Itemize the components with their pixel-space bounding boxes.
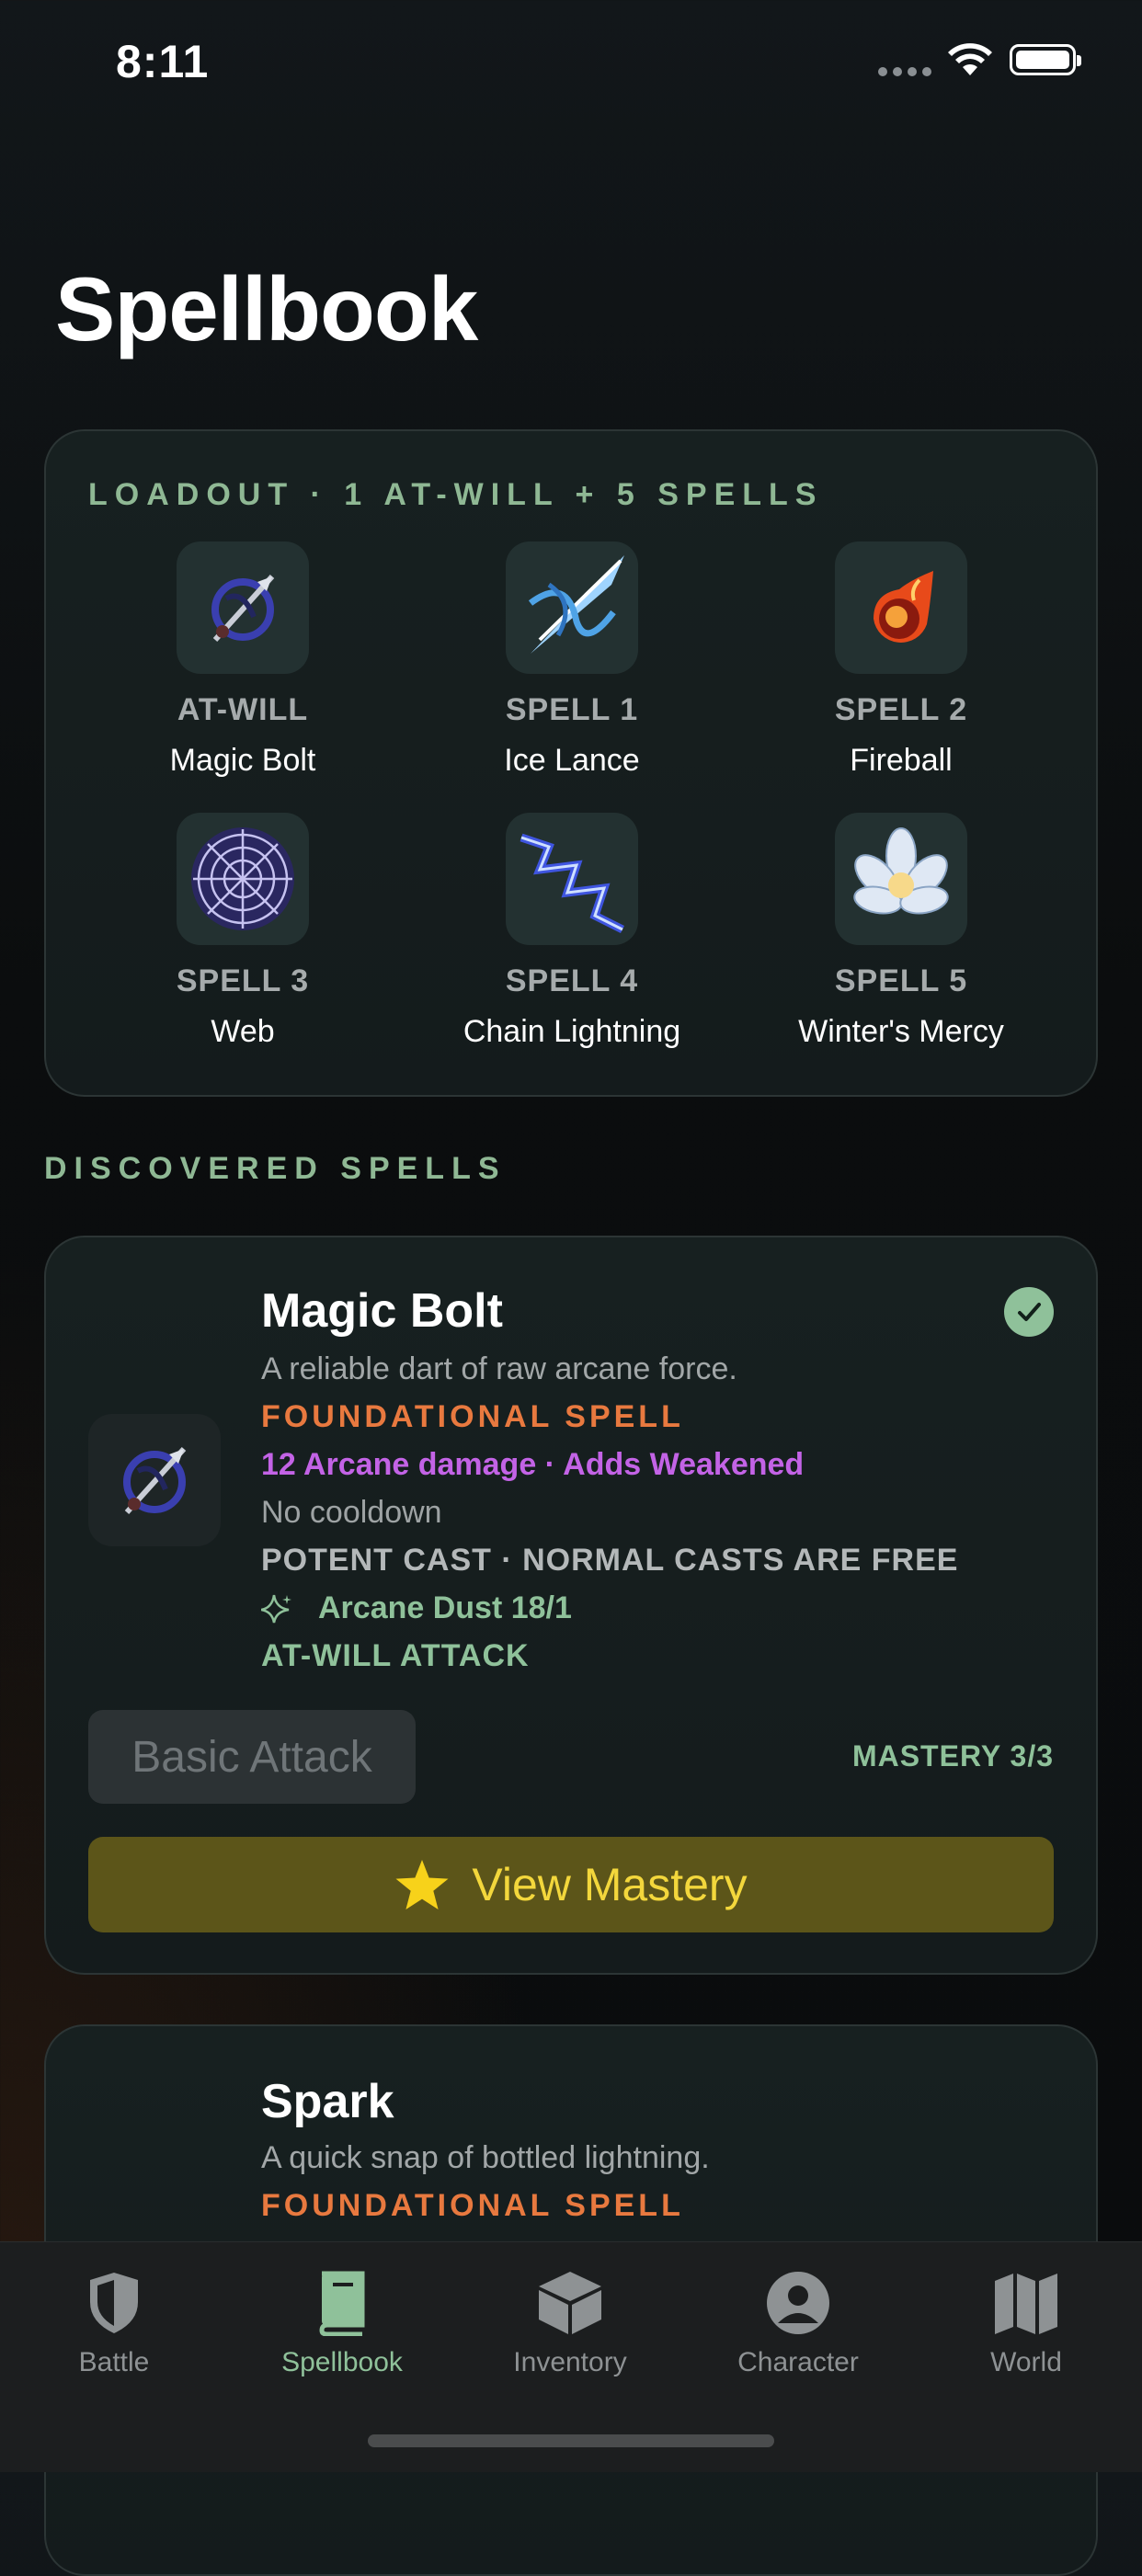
fireball-icon: [835, 541, 967, 674]
spell-effect: 12 Arcane damage · Adds Weakened: [261, 1447, 805, 1482]
loadout-slot-spell-5[interactable]: SPELL 5 Winter's Mercy: [745, 813, 1057, 1050]
slot-spell-name: Fireball: [850, 743, 953, 778]
sparkle-icon: [261, 1594, 291, 1623]
web-icon: [177, 813, 309, 945]
ice-lance-icon: [506, 541, 638, 674]
slot-spell-name: Chain Lightning: [463, 1014, 681, 1049]
spell-type: AT-WILL ATTACK: [261, 1638, 530, 1673]
slot-label: AT-WILL: [177, 692, 309, 727]
tab-battle[interactable]: Battle: [0, 2261, 228, 2378]
battery-icon: [1010, 44, 1081, 75]
loadout-slot-spell-4[interactable]: SPELL 4 Chain Lightning: [416, 813, 728, 1050]
winters-mercy-icon: [835, 813, 967, 945]
spell-description: A reliable dart of raw arcane force.: [261, 1351, 737, 1386]
slot-label: SPELL 4: [505, 963, 639, 998]
slot-spell-name: Ice Lance: [504, 743, 640, 778]
tab-character[interactable]: Character: [684, 2261, 912, 2378]
basic-attack-button[interactable]: Basic Attack: [88, 1710, 416, 1804]
magic-bolt-icon: [88, 1414, 221, 1546]
slot-label: SPELL 2: [834, 692, 968, 727]
spell-cost: Arcane Dust 18/1: [261, 1590, 572, 1626]
tab-label: Spellbook: [281, 2347, 403, 2377]
loadout-slot-spell-3[interactable]: SPELL 3 Web: [86, 813, 399, 1050]
spell-card-magic-bolt[interactable]: Magic Bolt A reliable dart of raw arcane…: [44, 1236, 1098, 1975]
chain-lightning-icon: [506, 813, 638, 945]
loadout-slot-spell-2[interactable]: SPELL 2 Fireball: [745, 541, 1057, 779]
page-title: Spellbook: [55, 258, 478, 359]
status-time: 8:11: [116, 36, 210, 87]
star-icon: [395, 1860, 449, 1909]
home-indicator[interactable]: [368, 2434, 774, 2447]
tab-label: World: [990, 2347, 1062, 2377]
tab-label: Character: [737, 2347, 859, 2377]
tab-spellbook[interactable]: Spellbook: [228, 2261, 456, 2378]
spell-cooldown: No cooldown: [261, 1495, 442, 1530]
loadout-slot-at-will[interactable]: AT-WILL Magic Bolt: [86, 541, 399, 779]
shield-icon: [90, 2273, 138, 2333]
spell-potent-cast: POTENT CAST · NORMAL CASTS ARE FREE: [261, 1543, 959, 1578]
tab-world[interactable]: World: [912, 2261, 1140, 2378]
book-icon: [319, 2271, 365, 2336]
spell-description: A quick snap of bottled lightning.: [261, 2140, 710, 2175]
discovered-spells-header: DISCOVERED SPELLS: [44, 1151, 507, 1186]
view-mastery-button[interactable]: View Mastery: [88, 1837, 1054, 1932]
slot-spell-name: Web: [211, 1014, 275, 1049]
slot-label: SPELL 5: [834, 963, 968, 998]
loadout-slot-spell-1[interactable]: SPELL 1 Ice Lance: [416, 541, 728, 779]
equipped-checkmark-icon: [1004, 1287, 1054, 1337]
map-icon: [995, 2274, 1057, 2334]
spell-category: FOUNDATIONAL SPELL: [261, 2188, 684, 2223]
tab-label: Battle: [78, 2347, 150, 2377]
spell-name: Spark: [261, 2075, 394, 2128]
spell-cost-text: Arcane Dust 18/1: [318, 1590, 572, 1625]
spell-name: Magic Bolt: [261, 1284, 503, 1338]
box-icon: [539, 2272, 601, 2334]
slot-label: SPELL 1: [505, 692, 639, 727]
slot-spell-name: Magic Bolt: [169, 743, 316, 778]
loadout-card: LOADOUT · 1 AT-WILL + 5 SPELLS AT-WILL M…: [44, 429, 1098, 1097]
tab-label: Inventory: [513, 2347, 627, 2377]
view-mastery-label: View Mastery: [472, 1859, 748, 1910]
cellular-signal-icon: [878, 67, 931, 76]
magic-bolt-icon: [177, 541, 309, 674]
spell-category: FOUNDATIONAL SPELL: [261, 1399, 684, 1434]
status-bar: 8:11: [0, 0, 1142, 129]
loadout-header: LOADOUT · 1 AT-WILL + 5 SPELLS: [88, 477, 824, 512]
tab-inventory[interactable]: Inventory: [456, 2261, 684, 2378]
slot-spell-name: Winter's Mercy: [798, 1014, 1004, 1049]
slot-label: SPELL 3: [176, 963, 310, 998]
wifi-icon: [948, 43, 992, 75]
mastery-count: MASTERY 3/3: [851, 1739, 1054, 1772]
person-icon: [767, 2272, 829, 2334]
